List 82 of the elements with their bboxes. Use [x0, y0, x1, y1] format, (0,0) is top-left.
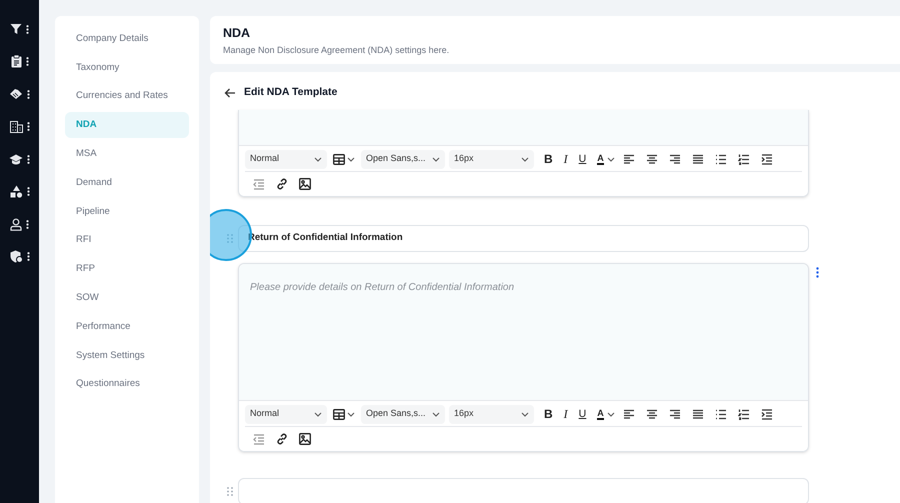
size-dropdown[interactable]: 16px [449, 150, 534, 168]
more-options-icon[interactable] [27, 154, 30, 164]
sidebar-item[interactable]: Performance [65, 314, 189, 340]
caret-icon [314, 412, 322, 416]
sidebar-item[interactable]: MSA [65, 141, 189, 168]
more-options-icon[interactable] [26, 57, 28, 66]
text-color-button[interactable]: A [597, 408, 604, 420]
filter-icon[interactable] [10, 23, 22, 35]
caret-icon [606, 412, 615, 416]
editor-title: Edit NDA Template [244, 85, 338, 100]
more-options-icon[interactable] [26, 220, 29, 228]
align-center-icon[interactable] [646, 408, 658, 420]
caret-icon [432, 412, 440, 416]
italic-button[interactable]: I [564, 408, 568, 420]
sidebar-item[interactable]: SOW [65, 285, 189, 312]
italic-button[interactable]: I [564, 153, 568, 165]
page-subtitle: Manage Non Disclosure Agreement (NDA) settings here. [223, 44, 450, 57]
sidebar-item[interactable]: RFI [65, 228, 189, 254]
caret-icon [521, 156, 529, 162]
user-icon[interactable] [10, 218, 22, 230]
graduation-cap-icon[interactable] [9, 154, 23, 164]
caret-icon [521, 412, 529, 416]
align-left-icon[interactable] [622, 154, 635, 164]
numbered-list-icon[interactable] [738, 408, 750, 420]
sidebar-item[interactable]: Questionnaires [65, 372, 189, 398]
style-dropdown[interactable]: Normal [245, 150, 327, 168]
section-title-field[interactable] [238, 478, 809, 503]
sidebar-item[interactable]: Demand [65, 170, 189, 196]
link-icon[interactable] [276, 433, 288, 445]
table-icon[interactable] [333, 154, 345, 164]
bullet-list-icon[interactable] [714, 408, 727, 420]
bold-button[interactable]: B [544, 153, 553, 165]
sidebar-item[interactable]: Taxonomy [65, 54, 189, 81]
table-icon[interactable] [333, 408, 345, 420]
page-title: NDA [223, 25, 252, 41]
font-dropdown[interactable]: Open Sans,s... [361, 404, 445, 424]
outdent-icon[interactable] [253, 434, 265, 444]
style-dropdown[interactable]: Normal [245, 404, 327, 424]
placeholder-text: Please provide details on Return of Confidential Information [250, 282, 514, 293]
size-dropdown[interactable]: 16px [449, 404, 534, 424]
font-dropdown[interactable]: Open Sans,s... [361, 150, 445, 168]
align-right-icon[interactable] [668, 408, 681, 420]
underline-button[interactable]: U [578, 154, 586, 164]
back-arrow-icon[interactable] [224, 87, 236, 99]
handshake-icon[interactable] [9, 88, 23, 100]
link-icon[interactable] [276, 178, 288, 190]
more-options-icon[interactable] [26, 252, 30, 261]
indent-icon[interactable] [760, 154, 773, 164]
caret-icon [606, 156, 615, 162]
building-icon[interactable] [10, 120, 22, 132]
image-icon[interactable] [299, 433, 311, 445]
bullet-list-icon[interactable] [714, 154, 727, 164]
sidebar-item[interactable]: Pipeline [65, 198, 189, 225]
sidebar-item[interactable]: Company Details [65, 26, 189, 52]
drag-handle-icon[interactable] [227, 487, 233, 496]
outdent-icon[interactable] [253, 178, 265, 190]
justify-icon[interactable] [692, 154, 704, 164]
align-left-icon[interactable] [622, 408, 635, 420]
caret-icon [314, 156, 322, 162]
sidebar-item[interactable]: Currencies and Rates [65, 84, 189, 110]
drag-handle-icon[interactable] [227, 234, 233, 243]
justify-icon[interactable] [692, 408, 704, 420]
caret-icon [347, 412, 355, 416]
underline-button[interactable]: U [578, 408, 586, 420]
align-right-icon[interactable] [668, 154, 681, 164]
align-center-icon[interactable] [646, 154, 658, 164]
shield-badge-icon[interactable] [10, 250, 22, 263]
image-icon[interactable] [299, 178, 311, 190]
shapes-icon[interactable] [10, 185, 22, 198]
more-options-icon[interactable] [27, 90, 30, 98]
caret-icon [347, 156, 355, 162]
text-color-button[interactable]: A [597, 154, 604, 164]
caret-icon [432, 156, 440, 162]
more-options-icon[interactable] [26, 187, 30, 196]
indent-icon[interactable] [760, 408, 773, 420]
more-options-icon[interactable] [26, 122, 30, 131]
sidebar-item[interactable]: System Settings [65, 342, 189, 369]
numbered-list-icon[interactable] [738, 154, 750, 164]
sidebar-item[interactable]: RFP [65, 256, 189, 282]
more-options-icon[interactable] [26, 24, 29, 34]
clipboard-icon[interactable] [10, 55, 22, 68]
bold-button[interactable]: B [544, 408, 553, 420]
